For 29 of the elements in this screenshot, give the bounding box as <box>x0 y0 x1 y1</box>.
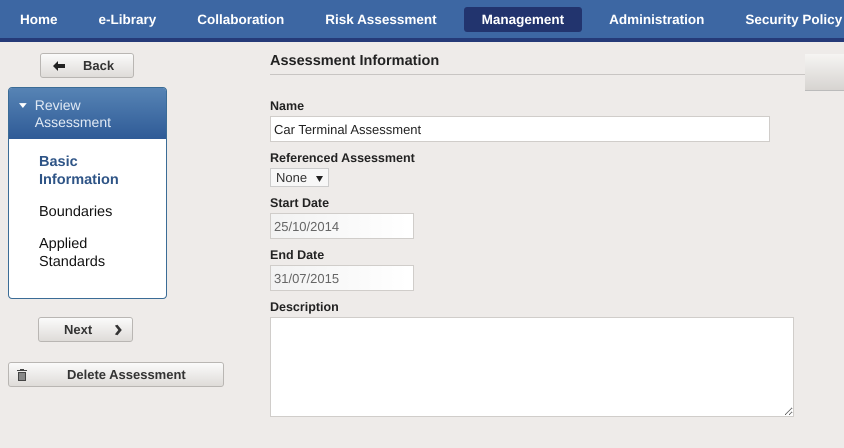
input-field[interactable]: Car Terminal Assessment <box>270 116 770 142</box>
chevron-right-icon <box>114 324 122 336</box>
dropdown[interactable]: None <box>270 168 329 187</box>
caret-icon <box>19 103 27 109</box>
sidebar-header[interactable]: Review Assessment <box>9 88 166 139</box>
nav-tab[interactable]: e-Library <box>84 6 170 32</box>
delete-button[interactable]: Delete Assessment <box>8 362 224 387</box>
nav-tab[interactable]: Collaboration <box>183 6 298 32</box>
trash-icon <box>17 368 27 380</box>
section-title: Assessment Information <box>270 42 805 75</box>
back-button[interactable]: Back <box>40 53 134 78</box>
nav-tab[interactable]: Administration <box>595 6 718 32</box>
field-label: Start Date <box>270 196 330 210</box>
nav-tab[interactable]: Security Policy <box>731 6 844 32</box>
nav-tab[interactable]: Management <box>464 6 582 32</box>
next-button[interactable]: Next <box>38 317 133 342</box>
panel-edge <box>805 54 844 91</box>
field-label: Description <box>270 300 340 314</box>
nav-tab[interactable]: Risk Assessment <box>311 6 451 32</box>
dropdown-caret-icon <box>316 176 323 182</box>
arrow-left-icon <box>53 60 65 70</box>
text-area[interactable] <box>270 317 794 417</box>
nav-tab[interactable]: Home <box>6 6 72 32</box>
field-label: End Date <box>270 248 326 262</box>
field-label: Referenced Assessment <box>270 151 416 165</box>
sidebar-item[interactable]: Basic Information <box>9 153 166 189</box>
sidebar-item[interactable]: Boundaries <box>9 203 166 221</box>
field-label: Name <box>270 99 306 113</box>
sidebar-item[interactable]: Applied Standards <box>9 235 166 271</box>
